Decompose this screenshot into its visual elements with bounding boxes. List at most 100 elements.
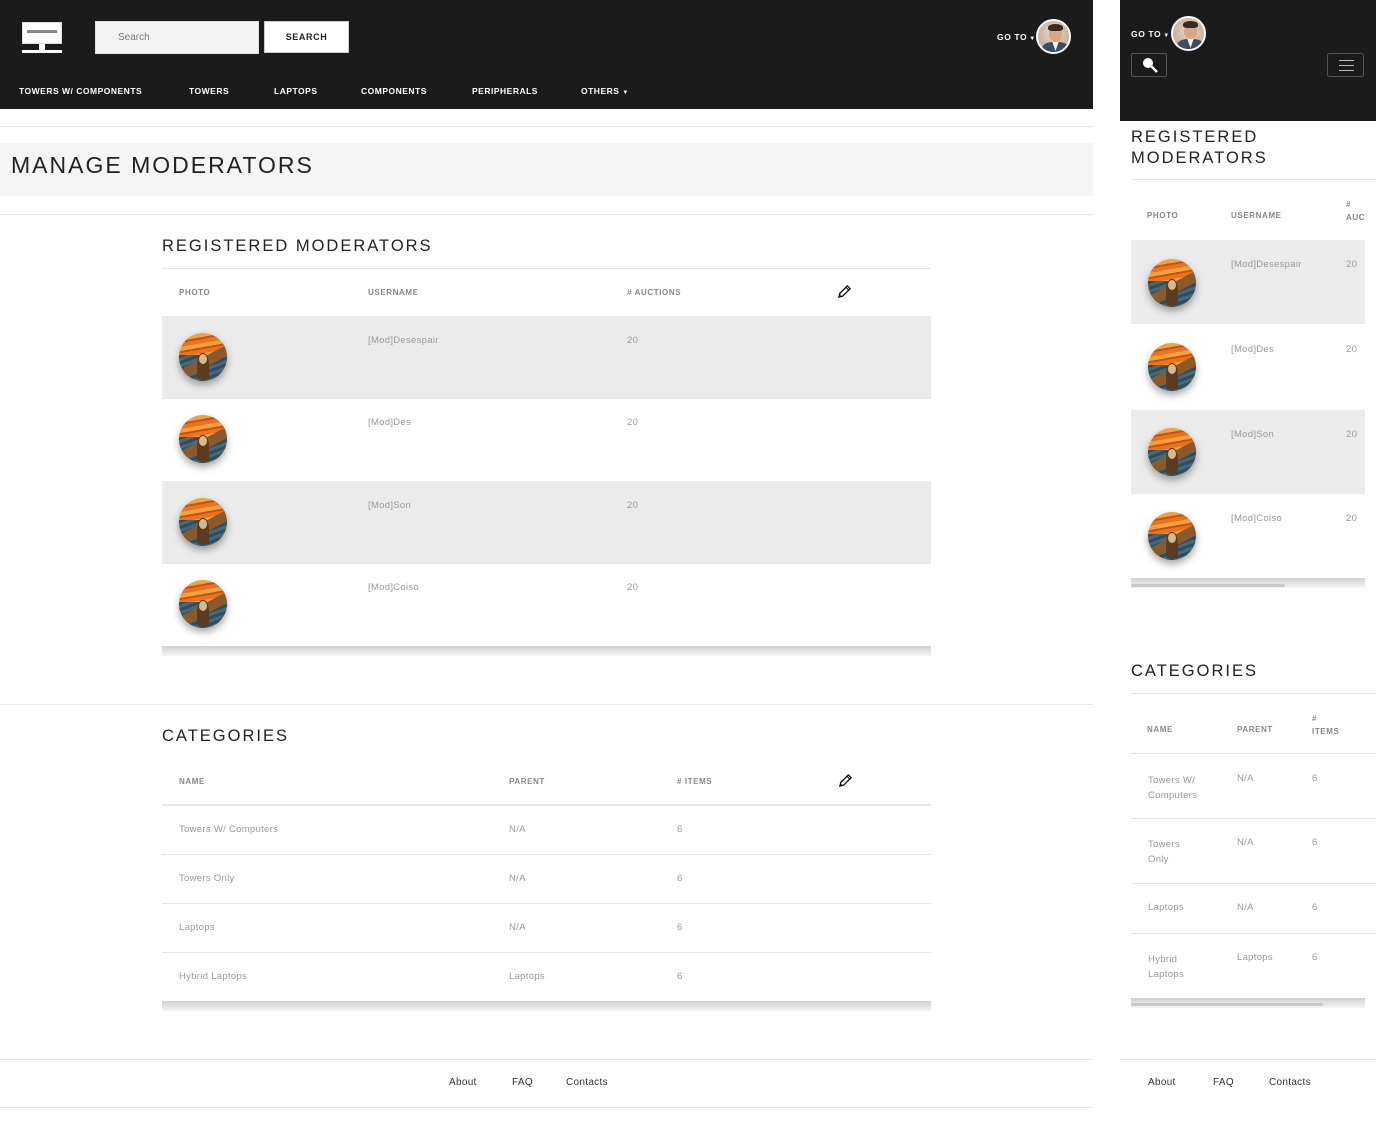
table-row[interactable]: [Mod]Des 20 xyxy=(1131,325,1365,409)
moderator-auctions: 20 xyxy=(1346,513,1358,524)
mobile-search-button[interactable] xyxy=(1131,53,1167,77)
footer-link-about[interactable]: About xyxy=(449,1077,477,1088)
category-parent: N/A xyxy=(509,873,526,884)
table-row[interactable]: [Mod]Coiso 20 xyxy=(162,564,931,646)
table-row[interactable]: Laptops N/A 6 xyxy=(1131,884,1365,934)
footer-link-faq[interactable]: FAQ xyxy=(1213,1077,1234,1088)
mobile-goto-menu[interactable]: GO TO ▼ xyxy=(1131,29,1170,39)
header-name: NAME xyxy=(1147,725,1173,734)
moderator-auctions: 20 xyxy=(627,335,639,346)
nav-others[interactable]: OTHERS ▼ xyxy=(581,86,629,96)
nav-towers-with-components[interactable]: TOWERS W/ COMPONENTS xyxy=(19,86,142,96)
header-items-line1: # xyxy=(1312,714,1318,723)
desktop-view: Search SEARCH GO TO ▼ TOWERS W/ COMPONENT… xyxy=(0,0,1093,1125)
mobile-view: GO TO ▼ REGISTERED MODERATORS PHOTO USERN… xyxy=(1120,0,1376,1125)
category-items: 6 xyxy=(1312,952,1318,963)
category-name-line1: Towers xyxy=(1148,839,1180,850)
category-nav: TOWERS W/ COMPONENTS TOWERS LAPTOPS COMP… xyxy=(0,86,1093,100)
category-name: Towers W/ Computers xyxy=(1148,773,1197,803)
table-row[interactable]: [Mod]Son 20 xyxy=(162,481,931,563)
nav-laptops[interactable]: LAPTOPS xyxy=(274,86,318,96)
divider xyxy=(1131,693,1376,694)
nav-others-label: OTHERS xyxy=(581,86,620,96)
categories-title: CATEGORIES xyxy=(162,727,289,745)
horizontal-scrollbar[interactable] xyxy=(1131,584,1285,587)
table-row[interactable]: Towers Only N/A 6 xyxy=(1131,819,1365,883)
nav-peripherals[interactable]: PERIPHERALS xyxy=(472,86,538,96)
category-items: 6 xyxy=(677,824,683,835)
divider xyxy=(0,704,1093,705)
edit-categories-pencil-icon[interactable] xyxy=(838,773,853,788)
search-input[interactable]: Search xyxy=(95,21,259,54)
nav-components[interactable]: COMPONENTS xyxy=(361,86,427,96)
search-button[interactable]: SEARCH xyxy=(264,21,349,53)
footer-link-contacts[interactable]: Contacts xyxy=(566,1077,608,1088)
table-row[interactable]: Hybrid Laptops Laptops 6 xyxy=(1131,934,1365,998)
footer-link-about[interactable]: About xyxy=(1148,1077,1176,1088)
navbar: Search SEARCH GO TO ▼ TOWERS W/ COMPONENT… xyxy=(0,0,1093,109)
header-auctions-line2: AUC xyxy=(1346,213,1366,222)
table-row[interactable]: [Mod]Desespair 20 xyxy=(1131,240,1365,324)
divider xyxy=(0,1059,1093,1060)
category-name-line2: Only xyxy=(1148,854,1169,865)
category-parent: N/A xyxy=(1237,902,1254,913)
divider xyxy=(1120,1059,1376,1060)
moderator-username: [Mod]Son xyxy=(368,500,412,511)
edit-moderators-pencil-icon[interactable] xyxy=(837,284,852,299)
logo-icon[interactable] xyxy=(22,22,62,54)
table-row[interactable]: [Mod]Son 20 xyxy=(1131,410,1365,494)
table-row[interactable]: [Mod]Desespair 20 xyxy=(162,316,931,398)
divider xyxy=(0,1107,1093,1108)
category-name-line1: Hybrid xyxy=(1148,954,1178,965)
moderator-username: [Mod]Des xyxy=(1231,344,1275,355)
moderator-avatar xyxy=(179,498,227,546)
category-items: 6 xyxy=(677,873,683,884)
goto-label: GO TO xyxy=(1131,29,1162,39)
goto-menu[interactable]: GO TO ▼ xyxy=(997,32,1036,42)
moderator-username: [Mod]Des xyxy=(368,417,412,428)
footer-link-contacts[interactable]: Contacts xyxy=(1269,1077,1311,1088)
table-row[interactable]: Hybrid Laptops Laptops 6 xyxy=(162,953,931,1001)
table-row[interactable]: Laptops N/A 6 xyxy=(162,904,931,952)
category-name-line2: Laptops xyxy=(1148,969,1184,980)
category-items: 6 xyxy=(1312,902,1318,913)
category-items: 6 xyxy=(677,922,683,933)
category-name: Hybrid Laptops xyxy=(179,971,248,982)
moderator-avatar xyxy=(179,333,227,381)
user-avatar[interactable] xyxy=(1036,19,1071,54)
goto-label: GO TO xyxy=(997,32,1028,42)
moderator-avatar xyxy=(1148,512,1196,560)
table-bottom-shadow xyxy=(162,646,931,656)
header-parent: PARENT xyxy=(1237,725,1273,734)
moderator-auctions: 20 xyxy=(1346,259,1358,270)
table-row[interactable]: Towers Only N/A 6 xyxy=(162,855,931,903)
nav-towers[interactable]: TOWERS xyxy=(189,86,229,96)
mobile-moderators-title-line2: MODERATORS xyxy=(1131,149,1268,167)
moderator-avatar xyxy=(1148,343,1196,391)
category-name-line1: Towers W/ xyxy=(1148,775,1196,786)
table-row[interactable]: Towers W/ Computers N/A 6 xyxy=(1131,754,1365,818)
category-name: Hybrid Laptops xyxy=(1148,952,1184,982)
footer-link-faq[interactable]: FAQ xyxy=(512,1077,533,1088)
moderator-avatar xyxy=(179,580,227,628)
header-items: # ITEMS xyxy=(1312,712,1339,738)
category-name-line2: Computers xyxy=(1148,790,1198,801)
header-items: # ITEMS xyxy=(677,777,713,786)
category-parent: N/A xyxy=(1237,773,1254,784)
category-parent: N/A xyxy=(509,824,526,835)
moderator-auctions: 20 xyxy=(1346,344,1358,355)
table-row[interactable]: Towers W/ Computers N/A 6 xyxy=(162,806,931,854)
caret-down-icon: ▼ xyxy=(1163,33,1170,39)
mobile-user-avatar[interactable] xyxy=(1171,16,1206,51)
mobile-categories-title: CATEGORIES xyxy=(1131,662,1258,680)
header-parent: PARENT xyxy=(509,777,545,786)
page-title: MANAGE MODERATORS xyxy=(11,152,314,178)
search-icon xyxy=(1143,58,1158,73)
header-photo: PHOTO xyxy=(1147,211,1179,220)
category-name: Towers Only xyxy=(179,873,235,884)
table-bottom-shadow xyxy=(162,1001,931,1011)
hamburger-menu-icon[interactable] xyxy=(1327,53,1364,77)
horizontal-scrollbar[interactable] xyxy=(1131,1003,1323,1006)
table-row[interactable]: [Mod]Coiso 20 xyxy=(1131,494,1365,578)
table-row[interactable]: [Mod]Des 20 xyxy=(162,399,931,481)
